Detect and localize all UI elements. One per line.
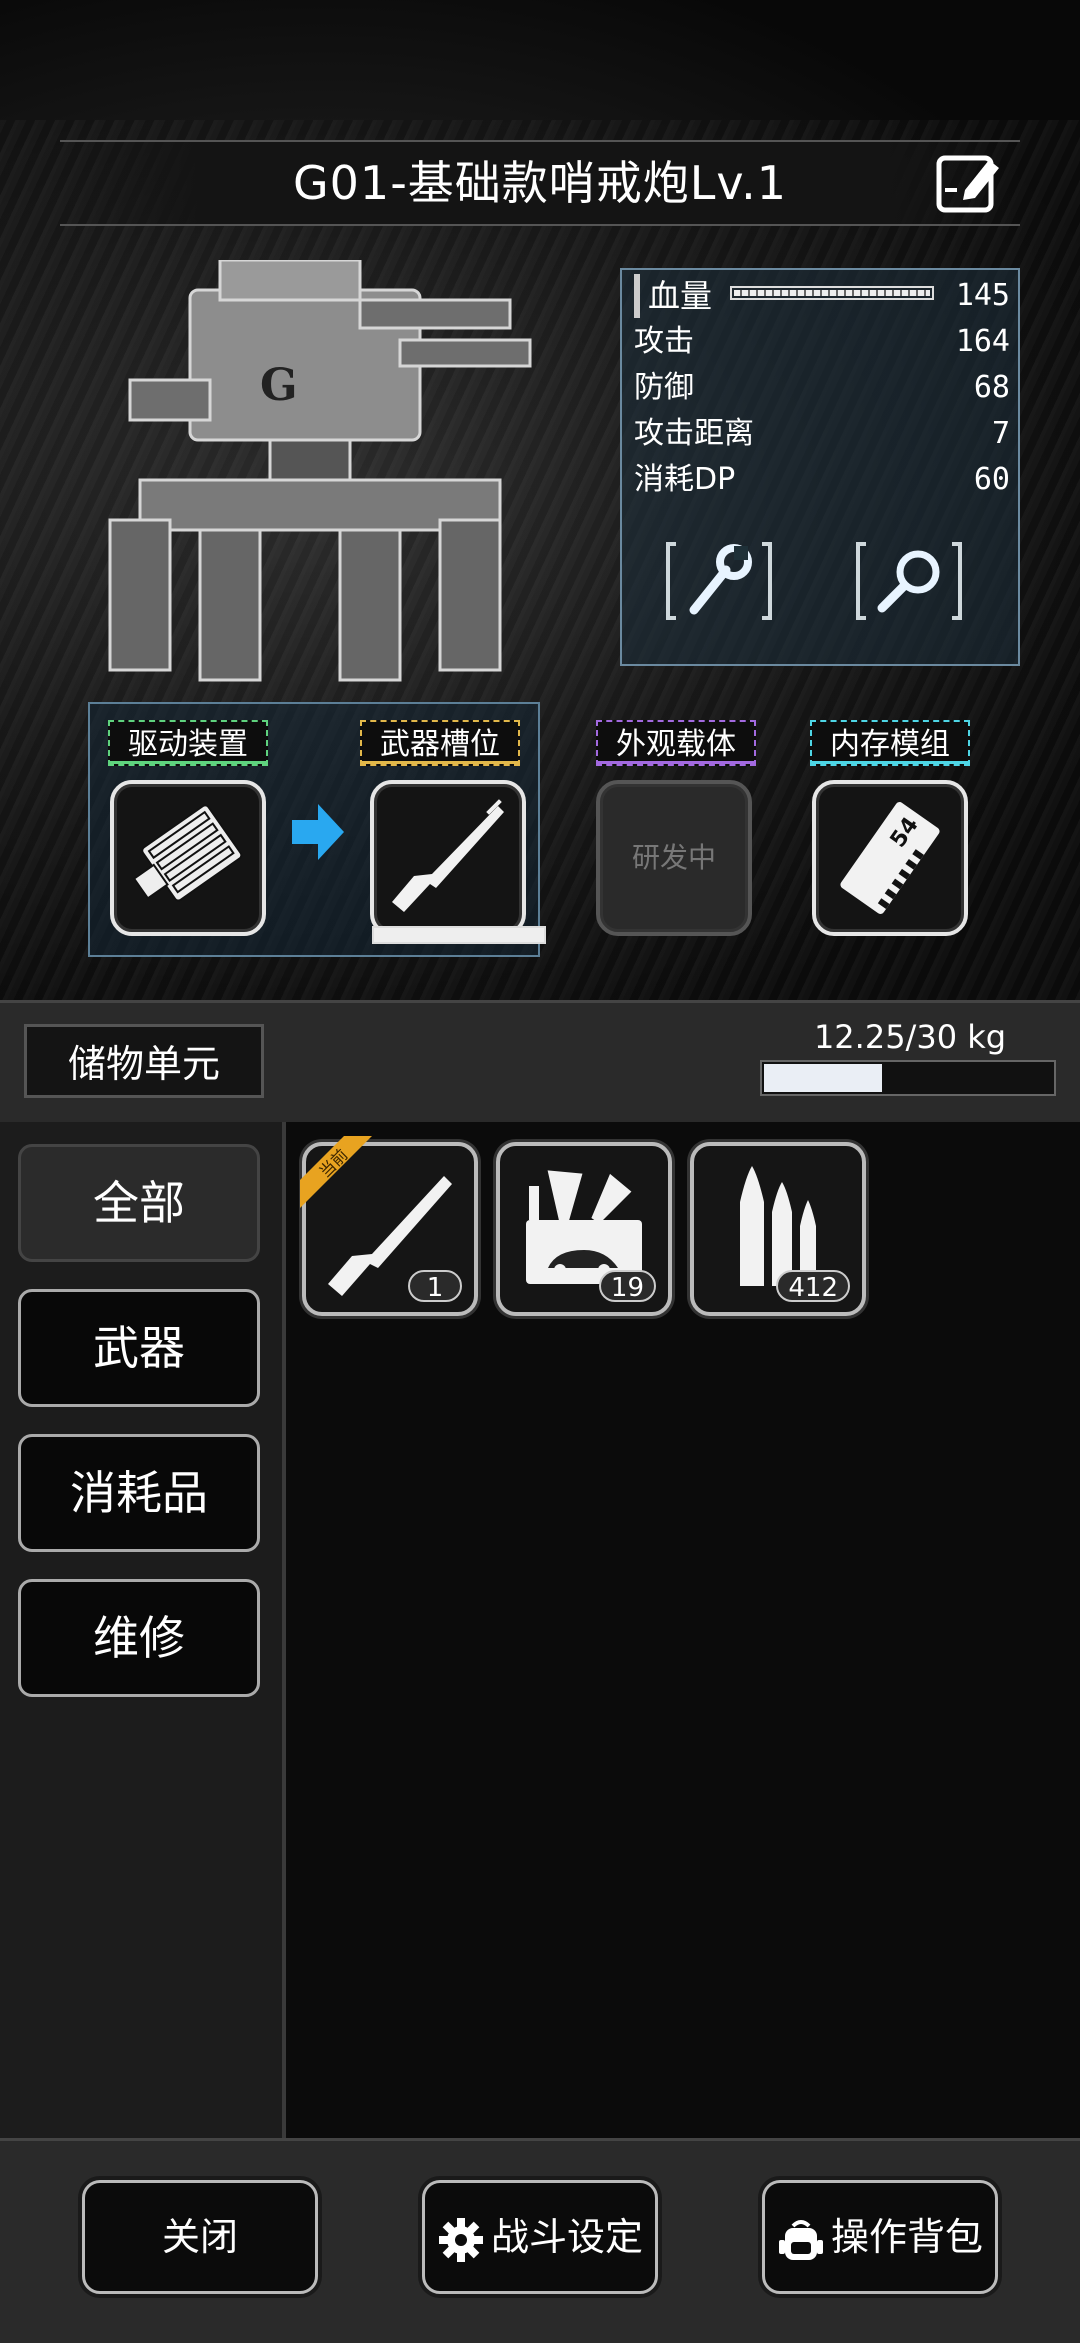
- title-bar: G01-基础款哨戒炮Lv.1: [60, 140, 1020, 226]
- stat-row: 消耗DP 60: [634, 458, 1010, 502]
- backpack-label: 操作背包: [830, 2215, 983, 2259]
- backpack-icon: [778, 2219, 823, 2260]
- inspect-magnifier-button[interactable]: [854, 540, 964, 622]
- stat-row: 防御 68: [634, 366, 1010, 410]
- appearance-slot: 研发中: [596, 780, 752, 936]
- close-button-label: 关闭: [161, 2215, 238, 2259]
- category-tab[interactable]: 全部: [18, 1144, 260, 1262]
- category-tab[interactable]: 消耗品: [18, 1434, 260, 1552]
- stat-value: 7: [991, 416, 1010, 451]
- gear-icon: [438, 2217, 483, 2262]
- sentry-turret-image: G: [108, 260, 532, 682]
- item-slot-ammo[interactable]: 412: [690, 1142, 866, 1316]
- upgrade-wrench-button[interactable]: [664, 540, 774, 622]
- stat-row: 攻击 164: [634, 320, 1010, 364]
- arrow-right-icon: [292, 804, 344, 860]
- svg-text:G: G: [260, 360, 298, 411]
- weight-bar-fill: [764, 1064, 882, 1092]
- wrench-icon: [666, 542, 772, 620]
- appearance-status-text: 研发中: [631, 841, 716, 874]
- item-count: 412: [776, 1270, 850, 1303]
- drive-slot-label: 驱动装置: [108, 720, 268, 766]
- storage-title: 储物单元: [24, 1024, 264, 1098]
- item-count: 19: [598, 1270, 656, 1303]
- unit-title: G01-基础款哨戒炮Lv.1: [293, 156, 787, 210]
- stat-value: 68: [973, 370, 1010, 405]
- stat-label: 攻击: [634, 324, 694, 359]
- item-count: 1: [408, 1270, 462, 1303]
- weapon-slot-label: 武器槽位: [360, 720, 520, 766]
- hp-bar: [730, 286, 934, 300]
- memory-slot[interactable]: 54: [812, 780, 968, 936]
- category-tab[interactable]: 武器: [18, 1289, 260, 1407]
- battle-settings-button[interactable]: 战斗设定: [422, 2180, 658, 2294]
- item-slot-repair-kit[interactable]: 19: [496, 1142, 672, 1316]
- stat-row: 攻击距离 7: [634, 412, 1010, 456]
- magnifier-icon: [856, 542, 962, 620]
- drive-engine-icon: [132, 804, 243, 902]
- stat-label: 消耗DP: [634, 462, 736, 497]
- stat-label: 攻击距离: [634, 416, 754, 451]
- memory-chip-icon: 54: [840, 802, 940, 914]
- edit-icon[interactable]: [935, 150, 1005, 214]
- weapon-slot[interactable]: [370, 780, 526, 936]
- drive-slot[interactable]: [110, 780, 266, 936]
- close-button[interactable]: 关闭: [82, 2180, 318, 2294]
- appearance-slot-label: 外观载体: [596, 720, 756, 766]
- weight-text: 12.25/30 kg: [813, 1018, 1007, 1056]
- stat-label: 防御: [634, 370, 694, 405]
- battle-settings-label: 战斗设定: [490, 2215, 643, 2259]
- hp-label: 血量: [634, 274, 712, 318]
- stat-value: 164: [955, 324, 1010, 359]
- equipped-ribbon: 当前: [300, 1136, 372, 1208]
- weapon-durability-bar: [372, 926, 546, 944]
- rifle-icon: [392, 799, 504, 912]
- hp-value: 145: [955, 278, 1010, 313]
- backpack-button[interactable]: 操作背包: [762, 2180, 998, 2294]
- category-tab[interactable]: 维修: [18, 1579, 260, 1697]
- stats-panel: 血量 145 攻击 164 防御 68 攻击距离 7 消耗DP 60: [620, 268, 1020, 666]
- memory-slot-label: 内存模组: [810, 720, 970, 766]
- stat-value: 60: [973, 462, 1010, 497]
